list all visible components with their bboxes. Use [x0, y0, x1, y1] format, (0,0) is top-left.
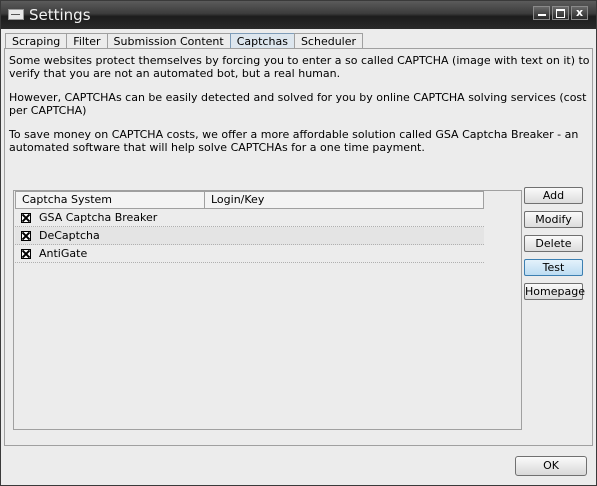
- delete-button[interactable]: Delete: [524, 235, 583, 252]
- window-title: Settings: [29, 6, 91, 24]
- homepage-button[interactable]: Homepage: [524, 283, 585, 300]
- maximize-button[interactable]: [552, 6, 569, 20]
- info-paragraph-2: However, CAPTCHAs can be easily detected…: [9, 91, 587, 117]
- tab-captchas[interactable]: Captchas: [229, 33, 295, 49]
- row-checkbox[interactable]: [21, 248, 31, 259]
- table-row[interactable]: AntiGate: [15, 245, 484, 263]
- captcha-info-text: Some websites protect themselves by forc…: [9, 54, 591, 166]
- ok-button[interactable]: OK: [515, 456, 587, 476]
- row-checkbox[interactable]: [21, 212, 31, 223]
- tab-submission-content[interactable]: Submission Content: [106, 33, 231, 49]
- tab-scraping[interactable]: Scraping: [5, 33, 68, 49]
- modify-button[interactable]: Modify: [524, 211, 583, 228]
- row-checkbox[interactable]: [21, 230, 31, 241]
- table-row[interactable]: GSA Captcha Breaker: [15, 209, 484, 227]
- tab-scheduler[interactable]: Scheduler: [293, 33, 364, 49]
- close-button[interactable]: x: [571, 6, 588, 20]
- info-paragraph-3: To save money on CAPTCHA costs, we offer…: [9, 128, 579, 154]
- list-header: Captcha System Login/Key: [15, 191, 484, 209]
- column-header-captcha-system[interactable]: Captcha System: [15, 191, 205, 209]
- captcha-system-name: GSA Captcha Breaker: [39, 211, 158, 224]
- window-app-icon: [8, 9, 24, 20]
- settings-window: Settings x Scraping Filter Submission Co…: [0, 0, 597, 486]
- window-controls: x: [533, 6, 588, 20]
- tab-filter[interactable]: Filter: [66, 33, 108, 49]
- settings-tabs: Scraping Filter Submission Content Captc…: [5, 33, 364, 49]
- add-button[interactable]: Add: [524, 187, 583, 204]
- test-button[interactable]: Test: [524, 259, 583, 276]
- info-paragraph-1: Some websites protect themselves by forc…: [9, 54, 590, 80]
- captcha-system-name: DeCaptcha: [39, 229, 100, 242]
- table-row[interactable]: DeCaptcha: [15, 227, 484, 245]
- minimize-button[interactable]: [533, 6, 550, 20]
- captcha-system-list[interactable]: Captcha System Login/Key GSA Captcha Bre…: [13, 190, 522, 430]
- captcha-system-name: AntiGate: [39, 247, 88, 260]
- captchas-tab-panel: Some websites protect themselves by forc…: [4, 48, 593, 446]
- column-header-login-key[interactable]: Login/Key: [204, 191, 484, 209]
- title-bar[interactable]: Settings x: [1, 1, 596, 29]
